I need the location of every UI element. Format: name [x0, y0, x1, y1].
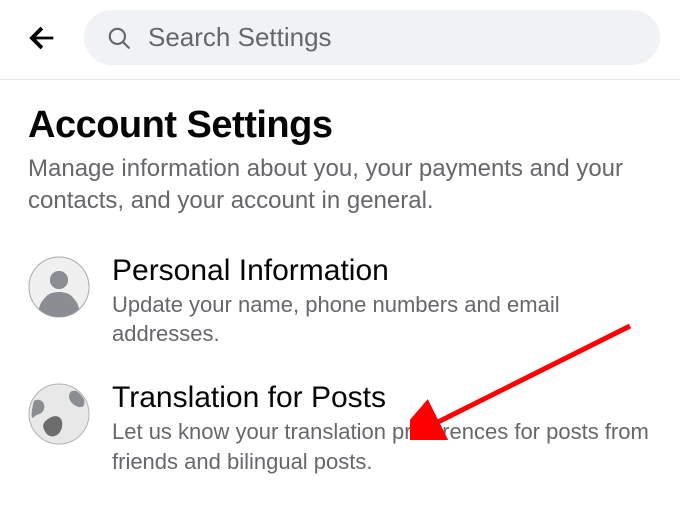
content-area: Account Settings Manage information abou…: [0, 80, 680, 477]
globe-icon: [28, 383, 90, 445]
personal-information-text: Personal Information Update your name, p…: [112, 254, 652, 349]
page-subtitle: Manage information about you, your payme…: [28, 153, 652, 218]
setting-desc: Update your name, phone numbers and emai…: [112, 290, 652, 349]
setting-title: Translation for Posts: [112, 381, 652, 415]
search-settings-input[interactable]: [148, 22, 638, 53]
back-arrow-icon: [25, 21, 59, 55]
personal-information-item[interactable]: Personal Information Update your name, p…: [28, 254, 652, 349]
search-settings-input-container[interactable]: [84, 10, 660, 65]
setting-title: Personal Information: [112, 254, 652, 288]
setting-desc: Let us know your translation preferences…: [112, 417, 652, 476]
translation-for-posts-item[interactable]: Translation for Posts Let us know your t…: [28, 381, 652, 476]
search-icon: [106, 25, 132, 51]
person-icon: [28, 256, 90, 318]
header-bar: [0, 0, 680, 80]
back-button[interactable]: [20, 16, 64, 60]
page-title: Account Settings: [28, 104, 652, 147]
translation-for-posts-text: Translation for Posts Let us know your t…: [112, 381, 652, 476]
